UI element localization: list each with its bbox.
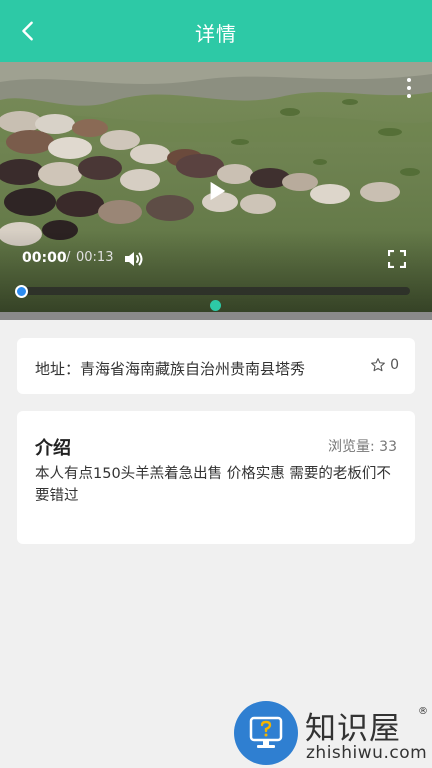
total-time: 00:13: [76, 250, 114, 265]
more-vertical-icon: [407, 94, 411, 98]
play-button[interactable]: [200, 174, 234, 208]
views-count: 33: [379, 439, 397, 455]
more-vertical-icon: [407, 78, 411, 82]
views-counter: 浏览量: 33: [328, 436, 397, 456]
video-bottom-bar: [0, 312, 432, 320]
address-value: 青海省海南藏族自治州贵南县塔秀: [80, 360, 306, 378]
favorite-button[interactable]: 0: [370, 357, 399, 373]
seek-bar[interactable]: [18, 287, 410, 295]
address-text: 地址：青海省海南藏族自治州贵南县塔秀: [35, 358, 305, 379]
address-card: 地址：青海省海南藏族自治州贵南县塔秀 0: [17, 338, 415, 394]
question-monitor-icon: [249, 716, 283, 748]
intro-card: 介绍 浏览量: 33 本人有点150头羊羔着急出售 价格实惠 需要的老板们不要错…: [17, 411, 415, 544]
intro-description: 本人有点150头羊羔着急出售 价格实惠 需要的老板们不要错过: [35, 466, 391, 504]
watermark-url: zhishiwu.com: [306, 743, 428, 763]
star-outline-icon: [371, 358, 385, 372]
views-label: 浏览量:: [328, 439, 375, 455]
current-time: 00:00: [22, 250, 67, 266]
play-icon: [210, 181, 226, 201]
fullscreen-icon: [387, 249, 407, 269]
video-player[interactable]: 00:00 / 00:13: [0, 62, 432, 320]
page-title: 详情: [195, 22, 237, 46]
watermark-registered-mark: ®: [418, 706, 428, 717]
volume-icon: [125, 252, 143, 266]
app-header: 详情: [0, 0, 432, 62]
intro-title: 介绍: [35, 438, 71, 459]
more-vertical-icon: [407, 86, 411, 90]
volume-button[interactable]: [122, 247, 146, 271]
favorite-count: 0: [390, 357, 399, 373]
page-indicator-dot: [210, 300, 221, 311]
more-options-button[interactable]: [404, 78, 414, 98]
address-label: 地址：: [35, 360, 81, 378]
seek-thumb[interactable]: [15, 285, 28, 298]
watermark-logo: [234, 701, 298, 765]
fullscreen-button[interactable]: [387, 249, 407, 269]
time-separator: /: [66, 250, 71, 265]
watermark-name: 知识屋: [305, 711, 401, 747]
